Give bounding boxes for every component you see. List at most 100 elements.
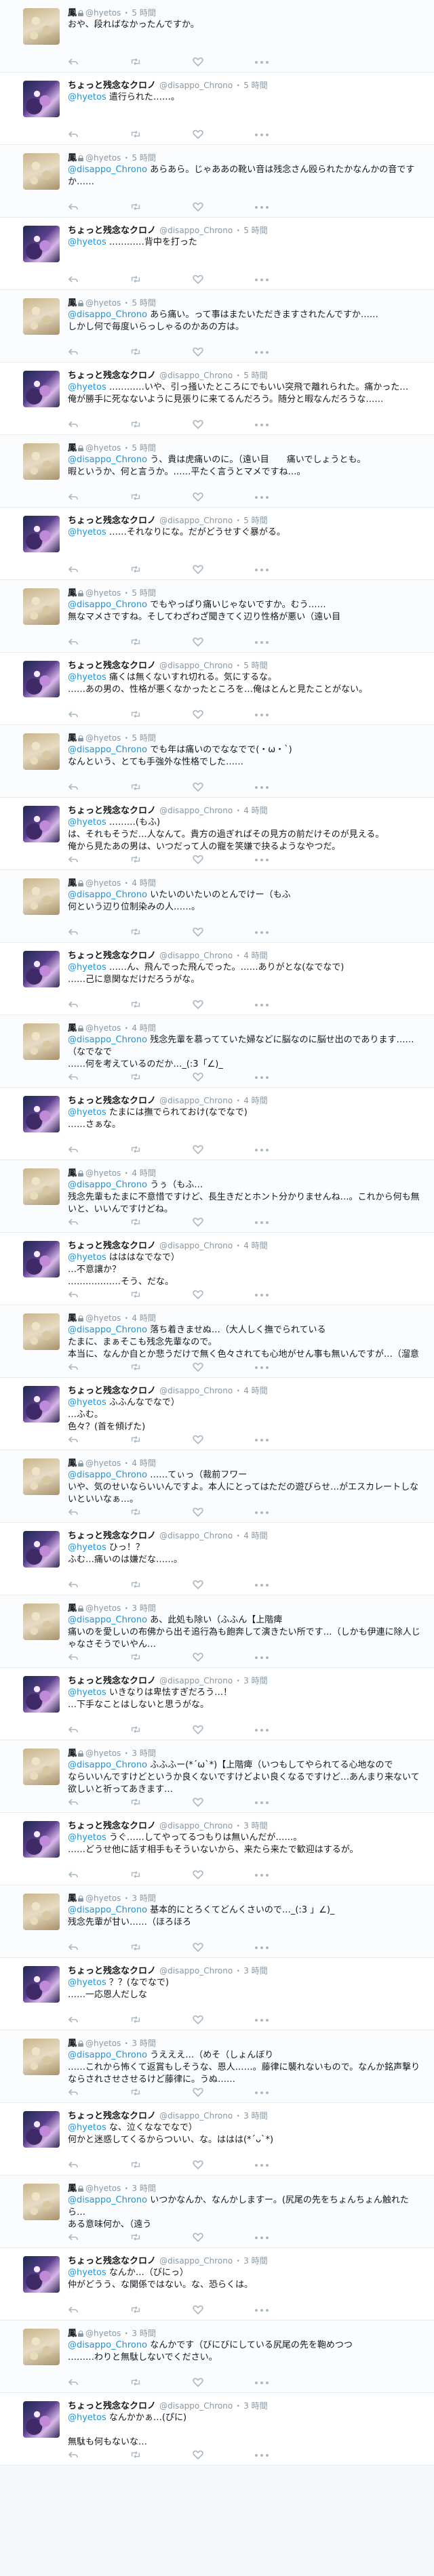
hyetos-avatar[interactable] [23, 1023, 60, 1060]
tweet[interactable]: 鳳 @hyetos ・ 4 時間 @disappo_Chrono 残念先輩を慕ってていた… [0, 1015, 434, 1088]
hyetos-avatar[interactable] [23, 298, 60, 335]
tweet-timestamp[interactable]: 3 時間 [132, 2184, 155, 2193]
more-button[interactable] [255, 1290, 317, 1301]
display-name[interactable]: ちょっと残念なクロノ [68, 371, 156, 381]
display-name[interactable]: 鳳 [68, 2184, 77, 2194]
reply-button[interactable] [68, 2015, 130, 2026]
reply-button[interactable] [68, 1000, 130, 1010]
like-button[interactable] [193, 420, 255, 430]
tweet-timestamp[interactable]: 4 時間 [243, 1241, 267, 1250]
more-button[interactable] [255, 565, 317, 575]
screen-name[interactable]: @disappo_Chrono [159, 1821, 233, 1831]
screen-name[interactable]: @disappo_Chrono [159, 1966, 233, 1976]
chrono-avatar[interactable] [23, 1386, 60, 1423]
mention-link[interactable]: @disappo_Chrono [68, 1180, 147, 1190]
like-button[interactable] [193, 1870, 255, 1881]
display-name[interactable]: 鳳 [68, 1458, 77, 1469]
reply-button[interactable] [68, 57, 130, 68]
tweet-timestamp[interactable]: 3 時間 [243, 1821, 267, 1831]
chrono-avatar[interactable] [23, 661, 60, 697]
tweet-timestamp[interactable]: 3 時間 [132, 1894, 155, 1903]
tweet[interactable]: ちょっと残念なクロノ @disappo_Chrono ・ 5 時間 @hyetos 痛… [0, 653, 434, 725]
like-button[interactable] [193, 1072, 255, 1083]
screen-name[interactable]: @hyetos [85, 878, 121, 888]
reply-button[interactable] [68, 1870, 130, 1881]
retweet-button[interactable] [130, 2450, 193, 2461]
more-button[interactable] [255, 1797, 317, 1808]
retweet-button[interactable] [130, 1217, 193, 1228]
tweet-timestamp[interactable]: 4 時間 [132, 1023, 155, 1033]
tweet[interactable]: 鳳 @hyetos ・ 3 時間 @disappo_Chrono 基本的にとろくてどんく… [0, 1885, 434, 1958]
more-button[interactable] [255, 420, 317, 430]
display-name[interactable]: ちょっと残念なクロノ [68, 661, 156, 671]
tweet-timestamp[interactable]: 5 時間 [132, 298, 155, 308]
display-name[interactable]: ちょっと残念なクロノ [68, 806, 156, 816]
retweet-button[interactable] [130, 1435, 193, 1446]
tweet-timestamp[interactable]: 5 時間 [132, 733, 155, 743]
mention-link[interactable]: @hyetos [68, 92, 106, 102]
chrono-avatar[interactable] [23, 1531, 60, 1568]
more-button[interactable] [255, 1362, 317, 1373]
screen-name[interactable]: @disappo_Chrono [159, 951, 233, 960]
reply-button[interactable] [68, 2160, 130, 2171]
screen-name[interactable]: @hyetos [85, 153, 121, 163]
tweet-timestamp[interactable]: 4 時間 [243, 1096, 267, 1105]
display-name[interactable]: ちょっと残念なクロノ [68, 2401, 156, 2411]
chrono-avatar[interactable] [23, 2401, 60, 2438]
display-name[interactable]: 鳳 [68, 1168, 77, 1179]
tweet[interactable]: 鳳 @hyetos ・ 4 時間 @disappo_Chrono いたいのいたいのとんで… [0, 870, 434, 943]
display-name[interactable]: ちょっと残念なクロノ [68, 226, 156, 236]
screen-name[interactable]: @hyetos [85, 733, 121, 743]
like-button[interactable] [193, 1435, 255, 1446]
display-name[interactable]: ちょっと残念なクロノ [68, 951, 156, 961]
tweet[interactable]: 鳳 @hyetos ・ 4 時間 @disappo_Chrono ……てぃっ（裁前フワー… [0, 1450, 434, 1523]
reply-button[interactable] [68, 2232, 130, 2243]
screen-name[interactable]: @disappo_Chrono [159, 81, 233, 90]
retweet-button[interactable] [130, 855, 193, 865]
reply-button[interactable] [68, 1145, 130, 1156]
tweet[interactable]: ちょっと残念なクロノ @disappo_Chrono ・ 4 時間 @hyetos …… [0, 798, 434, 870]
screen-name[interactable]: @disappo_Chrono [159, 2256, 233, 2266]
mention-link[interactable]: @disappo_Chrono [68, 1905, 147, 1915]
screen-name[interactable]: @disappo_Chrono [159, 661, 233, 670]
hyetos-avatar[interactable] [23, 153, 60, 190]
display-name[interactable]: ちょっと残念なクロノ [68, 1096, 156, 1106]
screen-name[interactable]: @disappo_Chrono [159, 226, 233, 235]
hyetos-avatar[interactable] [23, 1168, 60, 1205]
mention-link[interactable]: @hyetos [68, 2413, 106, 2423]
reply-button[interactable] [68, 2305, 130, 2316]
retweet-button[interactable] [130, 420, 193, 430]
tweet[interactable]: 鳳 @hyetos ・ 4 時間 @disappo_Chrono 落ち着きませぬ…（大人… [0, 1305, 434, 1378]
screen-name[interactable]: @disappo_Chrono [159, 806, 233, 815]
tweet[interactable]: ちょっと残念なクロノ @disappo_Chrono ・ 4 時間 @hyetos は… [0, 1233, 434, 1305]
display-name[interactable]: 鳳 [68, 733, 77, 743]
screen-name[interactable]: @disappo_Chrono [159, 371, 233, 380]
screen-name[interactable]: @hyetos [85, 1894, 121, 1903]
display-name[interactable]: 鳳 [68, 443, 77, 453]
more-button[interactable] [255, 1870, 317, 1881]
like-button[interactable] [193, 1652, 255, 1663]
screen-name[interactable]: @hyetos [85, 2184, 121, 2193]
more-button[interactable] [255, 782, 317, 793]
like-button[interactable] [193, 927, 255, 938]
tweet[interactable]: 鳳 @hyetos ・ 3 時間 @disappo_Chrono うえええ…（めそ（しょ… [0, 2030, 434, 2103]
mention-link[interactable]: @hyetos [68, 817, 106, 827]
like-button[interactable] [193, 202, 255, 213]
mention-link[interactable]: @hyetos [68, 237, 106, 247]
tweet[interactable]: 鳳 @hyetos ・ 3 時間 @disappo_Chrono なんかです（びにびにし… [0, 2321, 434, 2393]
more-button[interactable] [255, 1435, 317, 1446]
reply-button[interactable] [68, 710, 130, 720]
mention-link[interactable]: @hyetos [68, 2268, 106, 2278]
display-name[interactable]: 鳳 [68, 1894, 77, 1904]
tweet[interactable]: ちょっと残念なクロノ @disappo_Chrono ・ 5 時間 @hyetos …… [0, 363, 434, 435]
mention-link[interactable]: @disappo_Chrono [68, 2340, 147, 2350]
chrono-avatar[interactable] [23, 1966, 60, 2003]
hyetos-avatar[interactable] [23, 733, 60, 770]
more-button[interactable] [255, 274, 317, 285]
retweet-button[interactable] [130, 782, 193, 793]
tweet[interactable]: ちょっと残念なクロノ @disappo_Chrono ・ 5 時間 @hyetos …… [0, 508, 434, 580]
retweet-button[interactable] [130, 2087, 193, 2098]
retweet-button[interactable] [130, 1145, 193, 1156]
reply-button[interactable] [68, 202, 130, 213]
more-button[interactable] [255, 2377, 317, 2388]
